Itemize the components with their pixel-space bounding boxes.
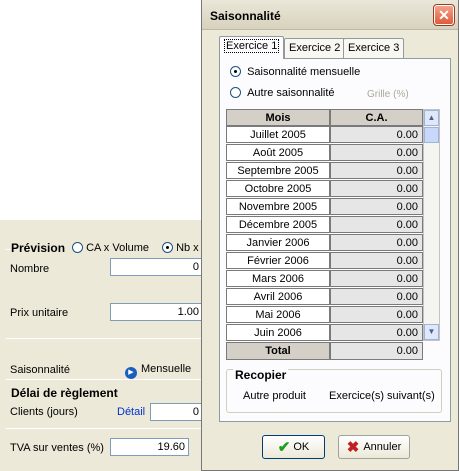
grid-ca-cell[interactable]: 0.00 bbox=[330, 216, 423, 233]
grid-header-mois[interactable]: Mois bbox=[226, 109, 330, 126]
grid-month-cell: Octobre 2005 bbox=[226, 180, 330, 197]
recopier-title: Recopier bbox=[233, 368, 289, 382]
cross-icon: ✖ bbox=[346, 439, 360, 456]
saisonnalite-label: Saisonnalité bbox=[10, 364, 70, 376]
separator-line-3 bbox=[6, 428, 205, 429]
grille-pourcent-button[interactable]: Grille (%) bbox=[367, 89, 409, 100]
recopier-group: Recopier Autre produit Exercice(s) suiva… bbox=[226, 368, 442, 413]
grid-month-cell: Mai 2006 bbox=[226, 306, 330, 323]
ok-button[interactable]: ✔ OK bbox=[262, 435, 325, 459]
option-autre-saisonnalite[interactable]: Autre saisonnalité bbox=[230, 87, 335, 99]
tab-exercice-1[interactable]: Exercice 1 bbox=[219, 36, 285, 59]
grid-month-cell: Février 2006 bbox=[226, 252, 330, 269]
background-form-panel: Prévision CA x Volume Nb x Nombre 0 Prix… bbox=[0, 220, 205, 471]
clients-jours-label: Clients (jours) bbox=[10, 406, 78, 418]
prevision-option-nb[interactable]: Nb x bbox=[162, 242, 199, 254]
grid-month-cell: Décembre 2005 bbox=[226, 216, 330, 233]
radio-nb-icon[interactable] bbox=[162, 242, 173, 253]
cancel-button[interactable]: ✖ Annuler bbox=[338, 435, 410, 459]
scroll-thumb[interactable] bbox=[424, 127, 439, 143]
separator-line-2 bbox=[6, 379, 205, 380]
detail-link[interactable]: Détail bbox=[117, 406, 145, 418]
chevron-up-icon: ▲ bbox=[427, 113, 436, 122]
tab-exercice-3-label: Exercice 3 bbox=[348, 42, 400, 54]
grid-ca-cell[interactable]: 0.00 bbox=[330, 180, 423, 197]
close-button[interactable]: ✕ bbox=[433, 4, 455, 26]
chevron-down-icon: ▼ bbox=[427, 327, 436, 336]
grid-scrollbar[interactable]: ▲ ▼ bbox=[423, 109, 440, 341]
radio-mensuelle-icon[interactable] bbox=[230, 66, 241, 77]
grid-ca-cell[interactable]: 0.00 bbox=[330, 252, 423, 269]
grid-ca-cell[interactable]: 0.00 bbox=[330, 234, 423, 251]
prevision-group-line-left bbox=[6, 249, 10, 250]
scroll-down-button[interactable]: ▼ bbox=[424, 324, 439, 340]
grid-ca-cell[interactable]: 0.00 bbox=[330, 162, 423, 179]
grid-month-cell: Juin 2006 bbox=[226, 324, 330, 341]
ok-button-label: OK bbox=[293, 441, 310, 453]
prix-unitaire-label: Prix unitaire bbox=[10, 307, 69, 319]
exercices-suivants-button[interactable]: Exercice(s) suivant(s) bbox=[329, 390, 435, 402]
option-autre-saisonnalite-label: Autre saisonnalité bbox=[247, 87, 335, 99]
grid-month-cell: Septembre 2005 bbox=[226, 162, 330, 179]
prevision-option-ca-volume-label: CA x Volume bbox=[86, 242, 150, 254]
saisonnalite-mensuelle-label: Mensuelle bbox=[141, 363, 192, 375]
grid-month-cell: Novembre 2005 bbox=[226, 198, 330, 215]
grid-ca-cell[interactable]: 0.00 bbox=[330, 198, 423, 215]
prevision-option-nb-label: Nb x bbox=[176, 242, 199, 254]
nombre-label: Nombre bbox=[10, 263, 50, 275]
option-saisonnalite-mensuelle-label: Saisonnalité mensuelle bbox=[247, 66, 361, 78]
grid-ca-cell[interactable]: 0.00 bbox=[330, 144, 423, 161]
tva-label: TVA sur ventes (%) bbox=[10, 442, 104, 454]
tab-exercice-3[interactable]: Exercice 3 bbox=[343, 38, 405, 58]
prevision-group-title: Prévision bbox=[11, 241, 66, 255]
months-grid: Mois C.A. Juillet 2005 0.00 Août 2005 0.00 S… bbox=[226, 109, 443, 360]
tva-input[interactable]: 19.60 bbox=[110, 438, 189, 456]
nombre-input[interactable]: 0 bbox=[110, 258, 203, 276]
grid-month-cell: Août 2005 bbox=[226, 144, 330, 161]
grid-ca-cell[interactable]: 0.00 bbox=[330, 126, 423, 143]
clients-jours-input[interactable]: 0 bbox=[150, 403, 203, 421]
grid-total-value: 0.00 bbox=[330, 342, 423, 360]
prevision-option-ca-volume[interactable]: CA x Volume bbox=[72, 242, 149, 254]
tab-exercice-2-label: Exercice 2 bbox=[289, 42, 341, 54]
dialog-title: Saisonnalité bbox=[210, 9, 281, 23]
grid-ca-cell[interactable]: 0.00 bbox=[330, 288, 423, 305]
saisonnalite-mensuelle-link[interactable]: ▶ Mensuelle bbox=[125, 363, 191, 379]
cancel-button-label: Annuler bbox=[363, 441, 402, 453]
grid-ca-cell[interactable]: 0.00 bbox=[330, 306, 423, 323]
grid-month-cell: Avril 2006 bbox=[226, 288, 330, 305]
grid-month-cell: Janvier 2006 bbox=[226, 234, 330, 251]
radio-ca-volume-icon[interactable] bbox=[72, 242, 83, 253]
grid-ca-cell[interactable]: 0.00 bbox=[330, 324, 423, 341]
prix-unitaire-input[interactable]: 1.00 bbox=[110, 303, 203, 321]
tab-exercice-2[interactable]: Exercice 2 bbox=[284, 38, 346, 58]
dialog-titlebar[interactable]: Saisonnalité ✕ bbox=[202, 0, 458, 30]
grid-total-label: Total bbox=[226, 342, 330, 360]
grid-month-cell: Juillet 2005 bbox=[226, 126, 330, 143]
grid-header-ca[interactable]: C.A. bbox=[330, 109, 423, 126]
delai-group-title: Délai de règlement bbox=[11, 386, 118, 400]
tab-exercice-1-label: Exercice 1 bbox=[224, 39, 280, 53]
play-arrow-icon: ▶ bbox=[125, 367, 137, 379]
tab-panel-exercice-1: Saisonnalité mensuelle Autre saisonnalit… bbox=[219, 58, 451, 422]
grid-month-cell: Mars 2006 bbox=[226, 270, 330, 287]
separator-line bbox=[6, 338, 205, 339]
grid-ca-cell[interactable]: 0.00 bbox=[330, 270, 423, 287]
checkmark-icon: ✔ bbox=[277, 439, 291, 456]
scroll-up-button[interactable]: ▲ bbox=[424, 110, 439, 126]
radio-autre-icon[interactable] bbox=[230, 87, 241, 98]
autre-produit-button[interactable]: Autre produit bbox=[243, 390, 306, 402]
option-saisonnalite-mensuelle[interactable]: Saisonnalité mensuelle bbox=[230, 66, 360, 78]
close-icon: ✕ bbox=[438, 7, 450, 23]
saisonnalite-dialog: Saisonnalité ✕ Exercice 1 Exercice 2 Exe… bbox=[201, 0, 459, 471]
